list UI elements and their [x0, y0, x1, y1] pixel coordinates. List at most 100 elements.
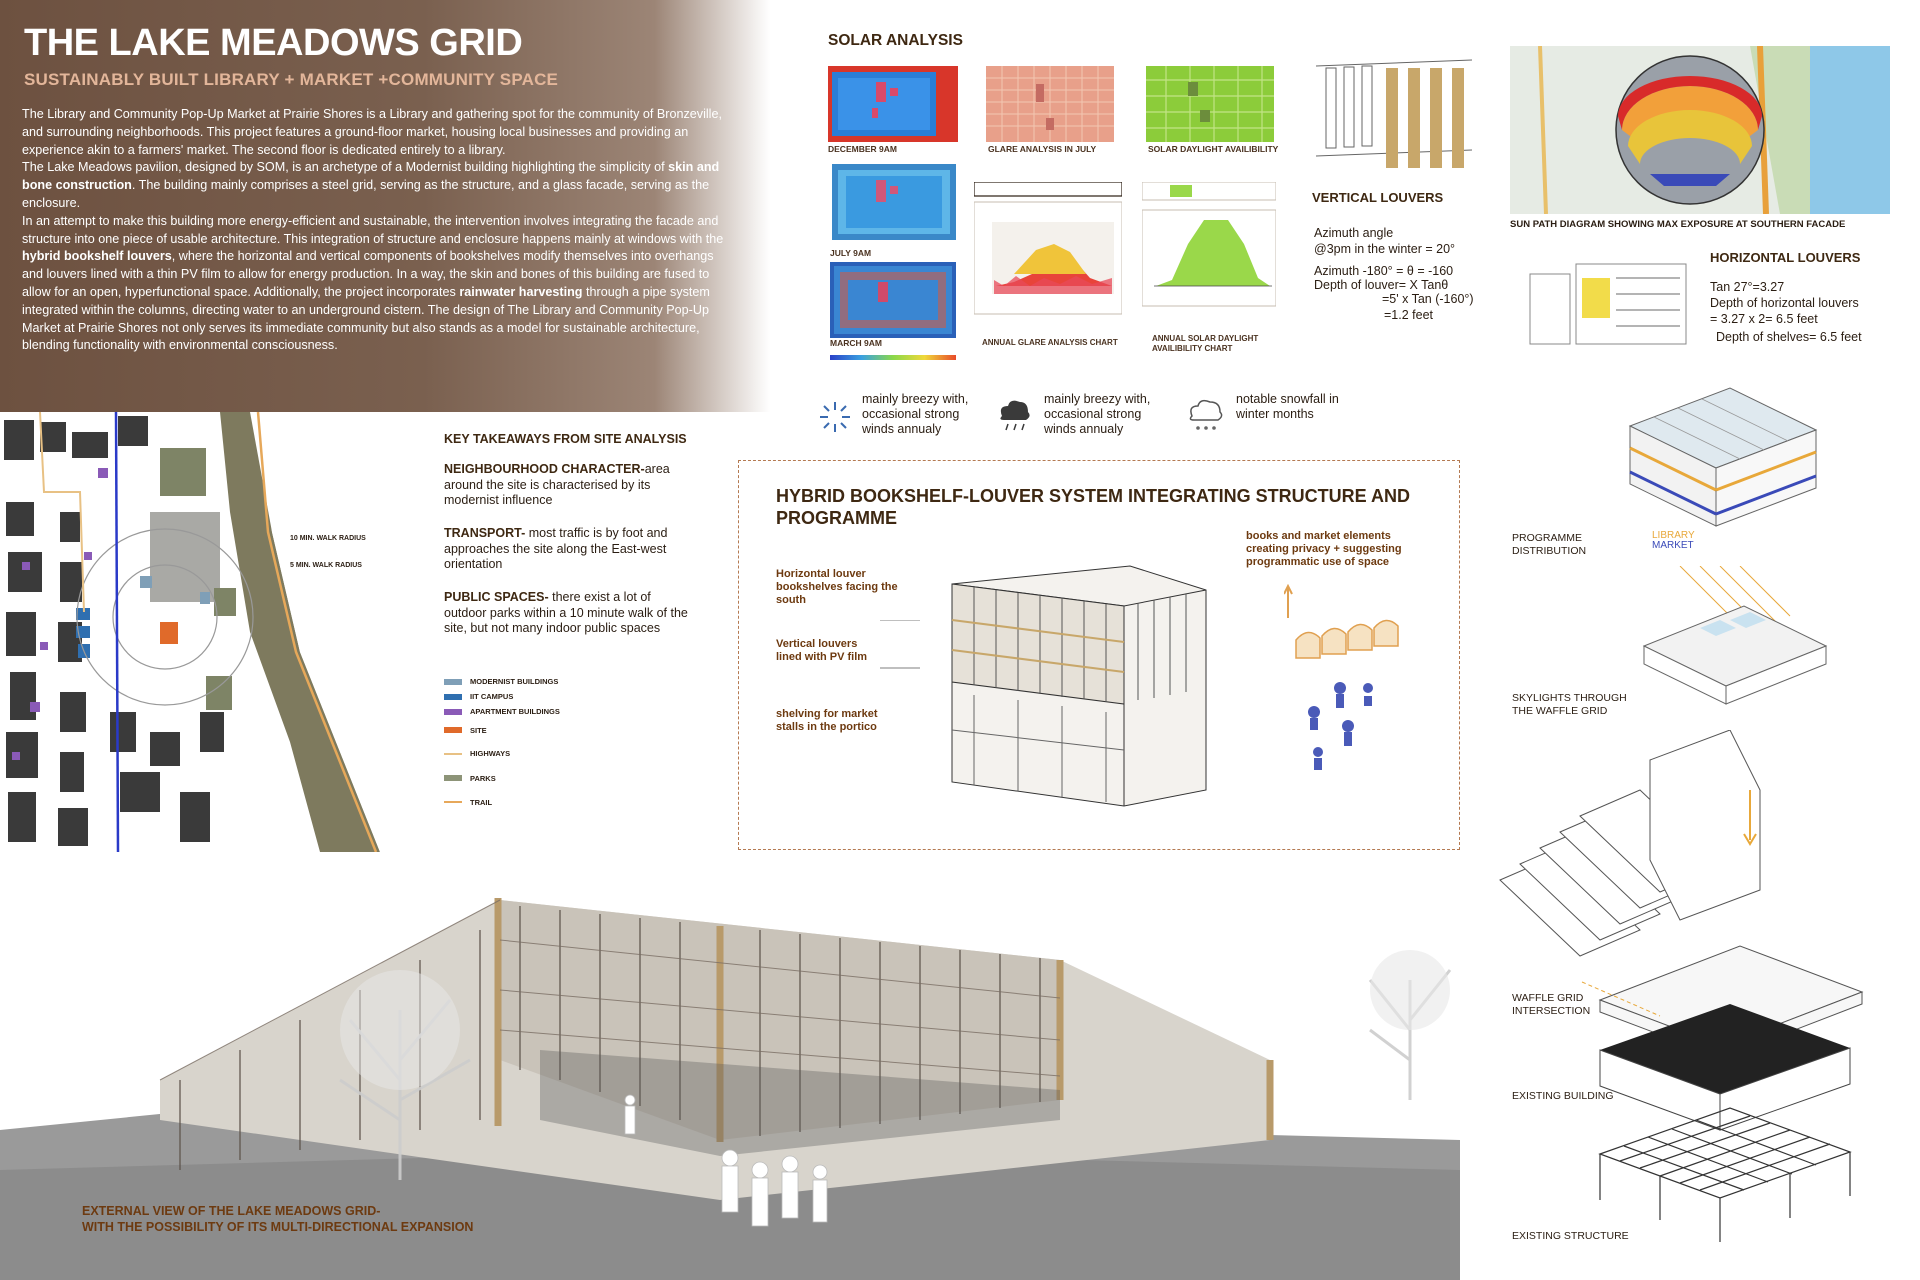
- annotation-privacy: books and market elements creating priva…: [1246, 530, 1416, 569]
- exploded-structure-axo: [1499, 730, 1864, 1242]
- takeaway-neighbourhood-heading: NEIGHBOURHOOD CHARACTER-: [444, 462, 645, 476]
- annotation-leader-lines: [880, 620, 920, 669]
- vertical-louvers-line-1: Azimuth angle: [1314, 226, 1394, 240]
- annual-daylight-caption-1: ANNUAL SOLAR DAYLIGHT: [1152, 334, 1259, 343]
- legend-site: SITE: [444, 719, 560, 741]
- legend-label: APARTMENT BUILDINGS: [470, 707, 560, 716]
- vertical-louvers-line-4: Depth of louver= X Tanθ: [1314, 278, 1449, 292]
- vertical-louver-sketch: [1315, 59, 1473, 168]
- wind-icon: [820, 402, 850, 432]
- legend-highways: HIGHWAYS: [444, 741, 560, 766]
- legend-apartment: APARTMENT BUILDINGS: [444, 704, 560, 719]
- daylight-heatmap: [1146, 66, 1274, 142]
- legend-modernist: MODERNIST BUILDINGS: [444, 674, 560, 689]
- intro-paragraph-2: The Lake Meadows pavilion, designed by S…: [22, 159, 727, 212]
- vertical-louvers-line-3: Azimuth -180° = θ = -160: [1314, 264, 1454, 278]
- legend-swatch: [444, 775, 462, 781]
- takeaway-transport-heading: TRANSPORT-: [444, 526, 526, 540]
- march-heatmap: [830, 262, 956, 338]
- walk-radius-5: 5 MIN. WALK RADIUS: [290, 562, 362, 569]
- render-caption-1: EXTERNAL VIEW OF THE LAKE MEADOWS GRID-: [82, 1204, 381, 1218]
- annual-glare-caption: ANNUAL GLARE ANALYSIS CHART: [982, 338, 1118, 347]
- horizontal-louvers-title: HORIZONTAL LOUVERS: [1710, 250, 1861, 265]
- legend-swatch: [444, 752, 462, 755]
- page-subtitle: SUSTAINABLY BUILT LIBRARY + MARKET +COMM…: [24, 70, 559, 89]
- intro-paragraph-1: The Library and Community Pop-Up Market …: [22, 107, 722, 157]
- horizontal-louvers-line-1: Tan 27°=3.27: [1710, 280, 1785, 294]
- legend-label: MODERNIST BUILDINGS: [470, 677, 559, 686]
- december-heatmap: [828, 66, 958, 142]
- horizontal-louvers-line-2: Depth of horizontal louvers: [1710, 296, 1859, 310]
- site-legend: MODERNIST BUILDINGS IIT CAMPUS APARTMENT…: [444, 674, 560, 814]
- key-takeaways-title: KEY TAKEAWAYS FROM SITE ANALYSIS: [444, 432, 687, 446]
- intro-p3-b: hybrid bookshelf louvers: [22, 249, 172, 264]
- takeaway-neighbourhood: NEIGHBOURHOOD CHARACTER-area around the …: [444, 462, 690, 509]
- annual-glare-chart: [974, 182, 1122, 315]
- takeaway-transport: TRANSPORT- most traffic is by foot and a…: [444, 526, 700, 573]
- legend-swatch: [444, 727, 462, 733]
- hybrid-title-line-2: PROGRAMME: [776, 508, 897, 528]
- intro-paragraph-3: In an attempt to make this building more…: [22, 213, 727, 355]
- intro-p3-a: In an attempt to make this building more…: [22, 213, 724, 246]
- render-caption-2: WITH THE POSSIBILITY OF ITS MULTI-DIRECT…: [82, 1220, 474, 1234]
- books-market-elements: [1284, 584, 1399, 770]
- market-label: MARKET: [1652, 540, 1694, 551]
- solar-analysis-title: SOLAR ANALYSIS: [828, 32, 963, 49]
- legend-label: IIT CAMPUS: [470, 692, 514, 701]
- sun-path-caption: SUN PATH DIAGRAM SHOWING MAX EXPOSURE AT…: [1510, 219, 1846, 230]
- page-title: THE LAKE MEADOWS GRID: [24, 22, 523, 64]
- annotation-vertical-louvers: Vertical louvers lined with PV film: [776, 638, 868, 663]
- snow-cloud-icon: [1189, 399, 1223, 430]
- vertical-louvers-line-2: @3pm in the winter = 20°: [1314, 242, 1456, 256]
- site-map: [0, 412, 418, 852]
- legend-parks: PARKS: [444, 766, 560, 790]
- legend-swatch: [444, 678, 462, 685]
- intro-p3-d: rainwater harvesting: [459, 284, 583, 299]
- hybrid-title-line-1: HYBRID BOOKSHELF-LOUVER SYSTEM INTEGRATI…: [776, 486, 1411, 506]
- bookshelf-louver-axonometric: [951, 565, 1207, 807]
- annotation-market-shelving: shelving for market stalls in the portic…: [776, 708, 878, 733]
- heatmap-scale: [830, 355, 956, 360]
- glare-heatmap: [986, 66, 1114, 142]
- legend-iit: IIT CAMPUS: [444, 689, 560, 704]
- storm-cloud-icon: [1000, 400, 1030, 431]
- programme-distribution-label: PROGRAMME DISTRIBUTION: [1512, 532, 1587, 557]
- programme-distribution-axo: [1628, 387, 1818, 527]
- daylight-caption: SOLAR DAYLIGHT AVAILIBILITY: [1148, 144, 1279, 154]
- horizontal-louver-sketch: [1529, 263, 1687, 345]
- legend-trail: TRAIL: [444, 790, 560, 814]
- takeaway-public-spaces: PUBLIC SPACES- there exist a lot of outd…: [444, 590, 690, 637]
- march-caption: MARCH 9AM: [830, 338, 882, 348]
- skylight-axo: [1642, 566, 1828, 705]
- takeaway-public-spaces-heading: PUBLIC SPACES-: [444, 590, 549, 604]
- legend-label: SITE: [470, 725, 487, 735]
- weather-snow-text: notable snowfall in winter months: [1236, 392, 1339, 421]
- vertical-louvers-title: VERTICAL LOUVERS: [1312, 190, 1444, 205]
- existing-structure-label: EXISTING STRUCTURE: [1512, 1230, 1629, 1242]
- annotation-horizontal-louver: Horizontal louver bookshelves facing the…: [776, 568, 898, 606]
- waffle-grid-label: WAFFLE GRID INTERSECTION: [1512, 992, 1591, 1017]
- annual-daylight-chart: [1142, 182, 1276, 307]
- legend-label: HIGHWAYS: [470, 749, 511, 758]
- july-heatmap: [832, 164, 956, 240]
- legend-label: PARKS: [470, 773, 496, 783]
- legend-swatch: [444, 693, 462, 700]
- legend-swatch: [444, 708, 462, 715]
- legend-label: TRAIL: [470, 797, 493, 807]
- legend-swatch: [444, 801, 462, 803]
- skylights-label: SKYLIGHTS THROUGH THE WAFFLE GRID: [1512, 692, 1627, 717]
- sun-path-diagram: [1510, 46, 1890, 214]
- december-caption: DECEMBER 9AM: [828, 144, 897, 154]
- july-caption: JULY 9AM: [830, 248, 872, 258]
- horizontal-louvers-line-3: = 3.27 x 2= 6.5 feet: [1710, 312, 1818, 326]
- vertical-louvers-line-5: =5' x Tan (-160°): [1382, 292, 1474, 306]
- weather-storm-text: mainly breezy with, occasional strong wi…: [1044, 392, 1151, 436]
- annual-daylight-caption-2: AVAILIBILITY CHART: [1152, 344, 1233, 353]
- horizontal-louvers-line-4: Depth of shelves= 6.5 feet: [1716, 330, 1862, 344]
- intro-p2-a: The Lake Meadows pavilion, designed by S…: [22, 160, 669, 175]
- glare-caption: GLARE ANALYSIS IN JULY: [988, 144, 1097, 154]
- vertical-louvers-line-6: =1.2 feet: [1384, 308, 1433, 322]
- privacy-text-b: privacy: [1291, 543, 1331, 555]
- intro-text: The Library and Community Pop-Up Market …: [22, 106, 727, 355]
- walk-radius-10: 10 MIN. WALK RADIUS: [290, 535, 366, 542]
